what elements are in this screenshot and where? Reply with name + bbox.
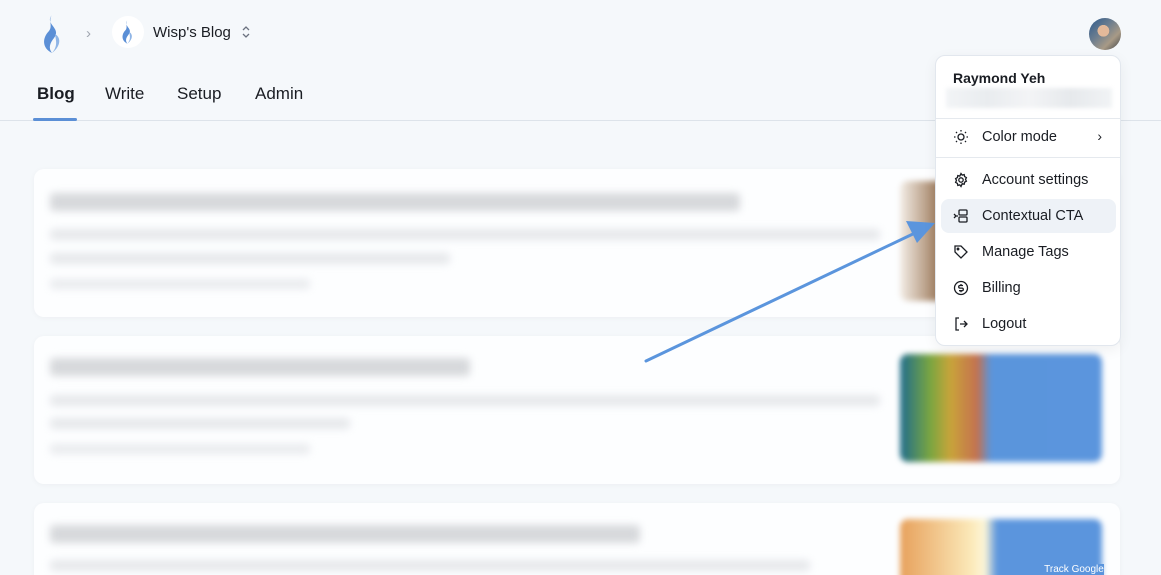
post-meta [50, 444, 310, 454]
menu-divider [936, 118, 1120, 119]
post-title [50, 358, 470, 376]
post-excerpt [50, 395, 880, 406]
user-name: Raymond Yeh [953, 70, 1046, 86]
active-tab-indicator [33, 118, 77, 121]
menu-item-label: Manage Tags [982, 244, 1069, 260]
post-meta [50, 279, 310, 289]
flame-logo-icon[interactable] [40, 14, 66, 54]
post-thumbnail [900, 354, 1102, 462]
gear-icon [952, 171, 970, 189]
post-excerpt [50, 253, 450, 264]
menu-divider [936, 157, 1120, 158]
menu-item-contextual-cta[interactable]: Contextual CTA [941, 199, 1116, 233]
menu-item-label: Logout [982, 316, 1027, 332]
user-avatar[interactable] [1089, 18, 1121, 50]
tab-write[interactable]: Write [105, 84, 144, 104]
chevron-up-down-icon [241, 24, 251, 40]
sun-icon [952, 128, 970, 146]
tab-admin[interactable]: Admin [255, 84, 303, 104]
menu-item-label: Contextual CTA [982, 208, 1084, 224]
menu-item-label: Color mode [982, 129, 1057, 145]
blog-logo-icon [112, 16, 144, 48]
user-email [946, 88, 1112, 108]
post-title [50, 193, 740, 211]
user-menu-dropdown: Raymond Yeh Color mode › Account setting… [935, 55, 1121, 346]
cta-layout-icon [952, 207, 970, 225]
thumbnail-caption: Track Google [1044, 564, 1104, 575]
chevron-right-icon: › [86, 25, 91, 42]
logout-icon [952, 315, 970, 333]
menu-item-label: Billing [982, 280, 1021, 296]
post-card[interactable]: Track Google [34, 503, 1120, 575]
tab-setup[interactable]: Setup [177, 84, 221, 104]
post-excerpt [50, 418, 350, 429]
tag-icon [952, 243, 970, 261]
post-card[interactable] [34, 336, 1120, 484]
menu-item-account-settings[interactable]: Account settings [941, 163, 1116, 197]
post-excerpt [50, 229, 880, 240]
chevron-right-icon: › [1097, 128, 1102, 144]
menu-item-color-mode[interactable]: Color mode › [941, 120, 1116, 154]
menu-item-manage-tags[interactable]: Manage Tags [941, 235, 1116, 269]
post-title [50, 525, 640, 543]
menu-item-label: Account settings [982, 172, 1089, 188]
tab-blog[interactable]: Blog [37, 84, 75, 104]
menu-item-logout[interactable]: Logout [941, 307, 1116, 341]
menu-item-billing[interactable]: Billing [941, 271, 1116, 305]
post-excerpt [50, 560, 810, 571]
dollar-circle-icon [952, 279, 970, 297]
blog-switcher[interactable]: Wisp's Blog [112, 16, 251, 48]
blog-name: Wisp's Blog [153, 23, 231, 41]
